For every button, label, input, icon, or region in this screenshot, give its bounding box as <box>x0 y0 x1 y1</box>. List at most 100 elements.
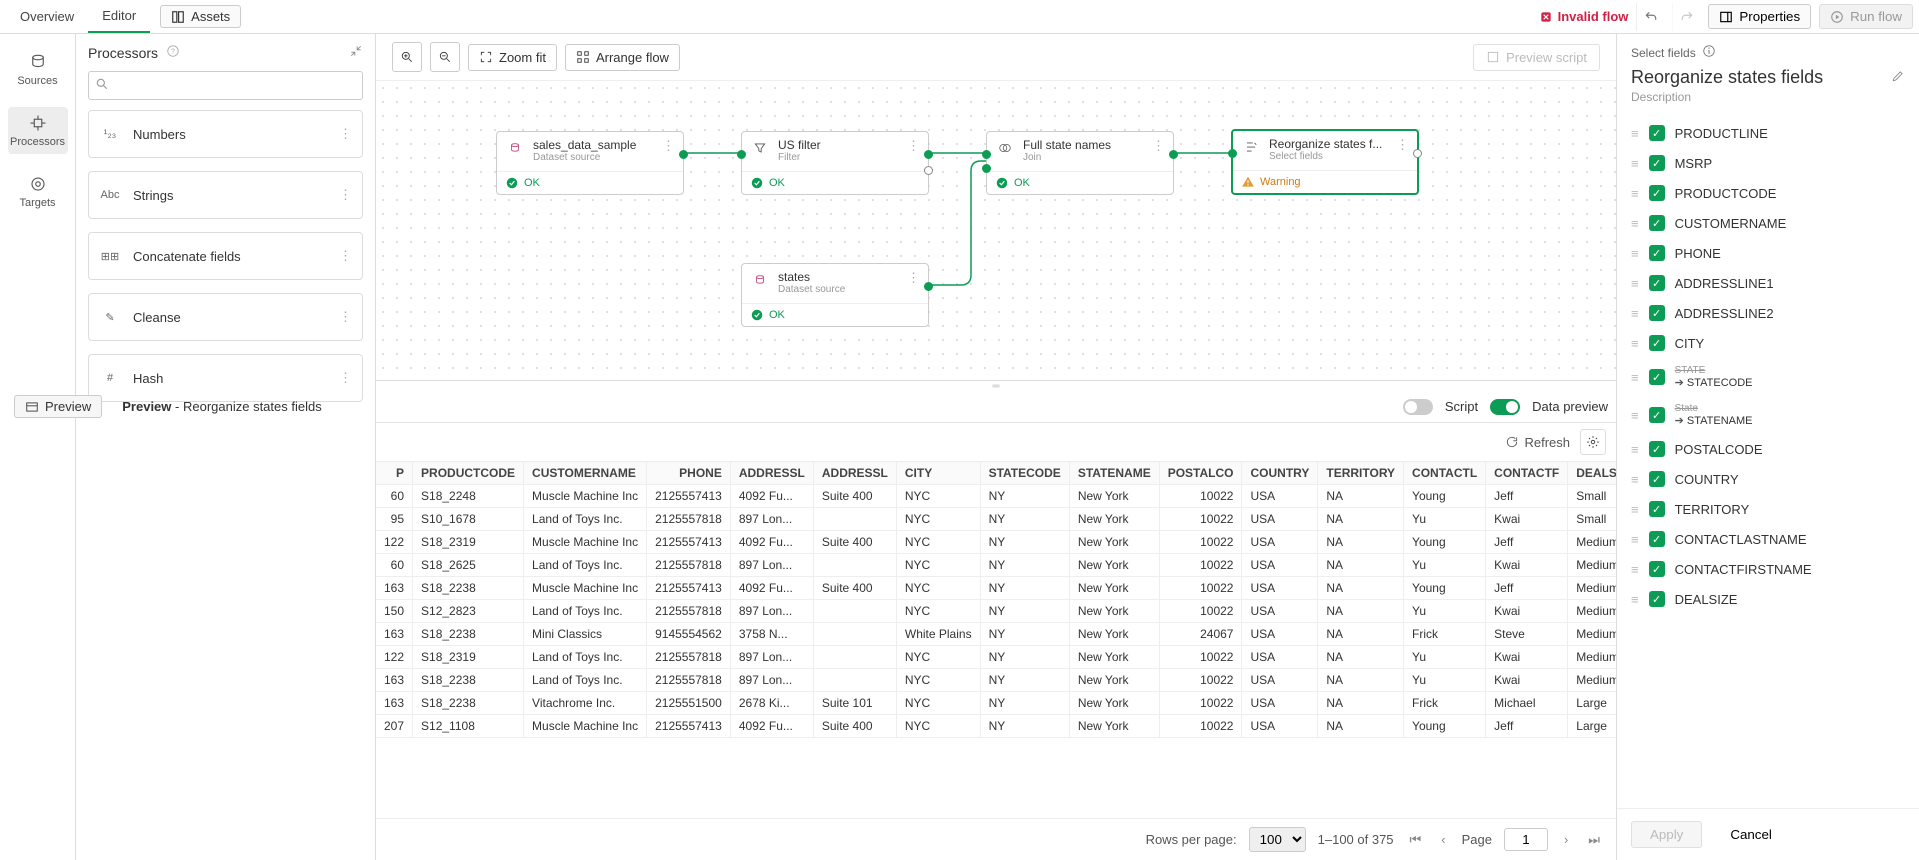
field-row[interactable]: ≡ ✓ COUNTRY <box>1631 464 1905 494</box>
node-states[interactable]: states Dataset source ⋮ OK <box>741 263 929 327</box>
table-header[interactable]: PHONE <box>647 462 731 485</box>
field-row[interactable]: ≡ ✓ POSTALCODE <box>1631 434 1905 464</box>
node-menu-icon[interactable]: ⋮ <box>662 138 675 163</box>
preview-table[interactable]: PPRODUCTCODECUSTOMERNAMEPHONEADDRESSLADD… <box>376 462 1616 738</box>
table-header[interactable]: P <box>376 462 413 485</box>
field-checkbox[interactable]: ✓ <box>1649 561 1665 577</box>
apply-button[interactable]: Apply <box>1631 821 1702 848</box>
drag-handle-icon[interactable]: ≡ <box>1631 592 1639 607</box>
help-icon[interactable]: ? <box>166 44 180 61</box>
rows-per-page-select[interactable]: 100 <box>1249 827 1306 852</box>
table-row[interactable]: 95S10_1678Land of Toys Inc.2125557818897… <box>376 508 1616 531</box>
node-reorganize-states-fields[interactable]: Reorganize states f... Select fields ⋮ W… <box>1231 129 1419 195</box>
field-checkbox[interactable]: ✓ <box>1649 305 1665 321</box>
assets-button[interactable]: Assets <box>160 5 241 28</box>
field-row[interactable]: ≡ ✓ CONTACTLASTNAME <box>1631 524 1905 554</box>
pager-prev[interactable]: ‹ <box>1437 832 1449 847</box>
field-row[interactable]: ≡ ✓ MSRP <box>1631 148 1905 178</box>
run-flow-button[interactable]: Run flow <box>1819 4 1913 29</box>
drag-handle-icon[interactable]: ≡ <box>1631 502 1639 517</box>
drag-handle-icon[interactable]: ≡ <box>1631 246 1639 261</box>
table-row[interactable]: 150S12_2823Land of Toys Inc.212555781889… <box>376 600 1616 623</box>
pager-page-input[interactable] <box>1504 828 1548 851</box>
table-row[interactable]: 207S12_1108Muscle Machine Inc21255574134… <box>376 715 1616 738</box>
field-checkbox[interactable]: ✓ <box>1649 591 1665 607</box>
field-row-renamed[interactable]: ≡ ✓ STATESTATECODE <box>1631 358 1905 396</box>
field-checkbox[interactable]: ✓ <box>1649 501 1665 517</box>
field-row[interactable]: ≡ ✓ PRODUCTLINE <box>1631 118 1905 148</box>
node-menu-icon[interactable]: ⋮ <box>907 270 920 295</box>
table-row[interactable]: 163S18_2238Vitachrome Inc.21255515002678… <box>376 692 1616 715</box>
pager-last[interactable]: ⏭ <box>1584 832 1604 848</box>
drag-handle-icon[interactable]: ≡ <box>1631 216 1639 231</box>
drag-handle-icon[interactable]: ≡ <box>1631 306 1639 321</box>
props-description[interactable]: Description <box>1617 90 1919 114</box>
edit-title-icon[interactable] <box>1891 69 1905 86</box>
field-checkbox[interactable]: ✓ <box>1649 185 1665 201</box>
field-checkbox[interactable]: ✓ <box>1649 471 1665 487</box>
field-checkbox[interactable]: ✓ <box>1649 275 1665 291</box>
arrange-flow-button[interactable]: Arrange flow <box>565 44 680 71</box>
table-header[interactable]: DEALSIZE <box>1568 462 1616 485</box>
flow-canvas[interactable]: sales_data_sample Dataset source ⋮ OK US… <box>376 81 1616 381</box>
info-icon[interactable] <box>1702 44 1716 61</box>
preview-chip[interactable]: Preview <box>14 395 102 418</box>
refresh-button[interactable]: Refresh <box>1505 435 1570 450</box>
processor-card-menu[interactable]: ⋮ <box>339 309 352 325</box>
preview-script-button[interactable]: Preview script <box>1473 44 1600 71</box>
table-header[interactable]: ADDRESSL <box>730 462 813 485</box>
processor-card[interactable]: ⊞⊞ Concatenate fields ⋮ <box>88 232 363 280</box>
rail-targets[interactable]: Targets <box>8 168 68 215</box>
drag-handle-icon[interactable]: ≡ <box>1631 126 1639 141</box>
field-row[interactable]: ≡ ✓ PHONE <box>1631 238 1905 268</box>
node-menu-icon[interactable]: ⋮ <box>1152 138 1165 163</box>
splitter-handle[interactable]: ═ <box>376 381 1616 391</box>
drag-handle-icon[interactable]: ≡ <box>1631 370 1639 385</box>
table-row[interactable]: 163S18_2238Mini Classics91455545623758 N… <box>376 623 1616 646</box>
processor-card[interactable]: Abc Strings ⋮ <box>88 171 363 219</box>
field-row[interactable]: ≡ ✓ DEALSIZE <box>1631 584 1905 614</box>
table-header[interactable]: CITY <box>896 462 980 485</box>
table-row[interactable]: 163S18_2238Land of Toys Inc.212555781889… <box>376 669 1616 692</box>
pager-first[interactable]: ⏮ <box>1406 832 1426 848</box>
processor-card-menu[interactable]: ⋮ <box>339 187 352 203</box>
field-row[interactable]: ≡ ✓ CUSTOMERNAME <box>1631 208 1905 238</box>
drag-handle-icon[interactable]: ≡ <box>1631 336 1639 351</box>
node-sales-data-sample[interactable]: sales_data_sample Dataset source ⋮ OK <box>496 131 684 195</box>
table-header[interactable]: COUNTRY <box>1242 462 1318 485</box>
drag-handle-icon[interactable]: ≡ <box>1631 442 1639 457</box>
field-row[interactable]: ≡ ✓ CITY <box>1631 328 1905 358</box>
tab-editor[interactable]: Editor <box>88 0 150 33</box>
undo-button[interactable] <box>1636 3 1664 31</box>
tab-overview[interactable]: Overview <box>6 1 88 32</box>
pager-next[interactable]: › <box>1560 832 1572 847</box>
table-header[interactable]: POSTALCO <box>1159 462 1242 485</box>
collapse-panel-icon[interactable] <box>349 44 363 61</box>
script-toggle[interactable] <box>1403 399 1433 415</box>
node-us-filter[interactable]: US filter Filter ⋮ OK <box>741 131 929 195</box>
properties-button[interactable]: Properties <box>1708 4 1811 29</box>
drag-handle-icon[interactable]: ≡ <box>1631 186 1639 201</box>
processor-card-menu[interactable]: ⋮ <box>339 370 352 386</box>
processor-card-menu[interactable]: ⋮ <box>339 248 352 264</box>
table-header[interactable]: TERRITORY <box>1318 462 1404 485</box>
zoom-fit-button[interactable]: Zoom fit <box>468 44 557 71</box>
data-preview-toggle[interactable] <box>1490 399 1520 415</box>
redo-button[interactable] <box>1672 3 1700 31</box>
drag-handle-icon[interactable]: ≡ <box>1631 532 1639 547</box>
drag-handle-icon[interactable]: ≡ <box>1631 472 1639 487</box>
field-checkbox[interactable]: ✓ <box>1649 215 1665 231</box>
drag-handle-icon[interactable]: ≡ <box>1631 156 1639 171</box>
processor-card-menu[interactable]: ⋮ <box>339 126 352 142</box>
field-row[interactable]: ≡ ✓ ADDRESSLINE1 <box>1631 268 1905 298</box>
processor-card[interactable]: ¹₂₃ Numbers ⋮ <box>88 110 363 158</box>
processors-search-input[interactable] <box>88 71 363 100</box>
table-header[interactable]: STATECODE <box>980 462 1069 485</box>
table-row[interactable]: 60S18_2625Land of Toys Inc.2125557818897… <box>376 554 1616 577</box>
table-header[interactable]: CUSTOMERNAME <box>524 462 647 485</box>
field-checkbox[interactable]: ✓ <box>1649 441 1665 457</box>
node-menu-icon[interactable]: ⋮ <box>1396 137 1409 162</box>
field-row[interactable]: ≡ ✓ TERRITORY <box>1631 494 1905 524</box>
table-header[interactable]: PRODUCTCODE <box>413 462 524 485</box>
field-row[interactable]: ≡ ✓ PRODUCTCODE <box>1631 178 1905 208</box>
